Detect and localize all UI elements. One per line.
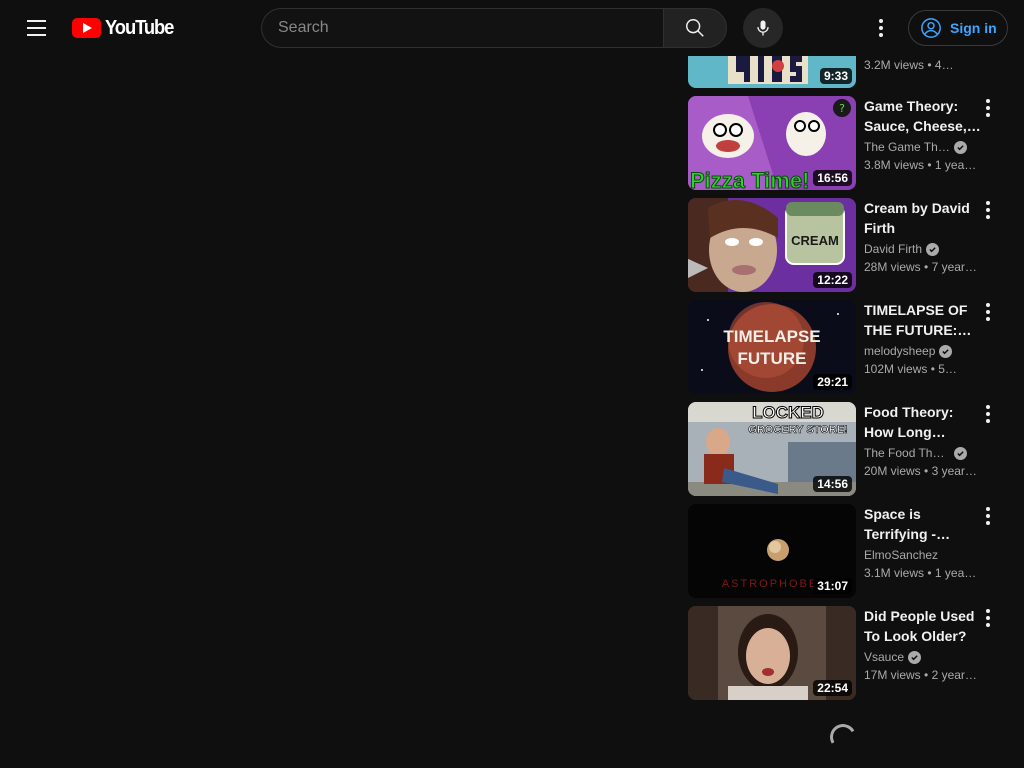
account-icon <box>921 18 941 38</box>
video-title[interactable]: Cream by David Firth <box>864 198 982 238</box>
video-duration: 14:56 <box>813 476 852 492</box>
video-options-button[interactable] <box>976 96 1000 120</box>
video-thumbnail[interactable]: CREAM 12:22 <box>688 198 856 292</box>
video-channel[interactable]: Vsauce <box>864 648 982 666</box>
search-box[interactable] <box>261 8 663 48</box>
search-button[interactable] <box>663 8 727 48</box>
sign-in-button[interactable]: Sign in <box>908 10 1008 46</box>
video-duration: 31:07 <box>813 578 852 594</box>
video-options-button[interactable] <box>976 606 1000 630</box>
video-stats: 28M views • 7 year… <box>864 260 977 274</box>
logo-text: YouTube <box>105 16 174 39</box>
video-item[interactable]: TIMELAPSE FUTURE 29:21 TIMELAPSE OF THE … <box>688 300 1008 394</box>
verified-badge-icon <box>908 650 922 664</box>
video-duration: 22:54 <box>813 680 852 696</box>
microphone-icon <box>757 20 769 36</box>
video-meta: Did People Used To Look Older? Vsauce 17… <box>864 606 982 684</box>
video-meta: Food Theory: How Long Could… The Food Th… <box>864 402 982 480</box>
video-item[interactable]: LOCKED GROCERY STORE! 14:56 Food Theory:… <box>688 402 1008 496</box>
search-input[interactable] <box>278 19 663 37</box>
thumbnail-caption: Pizza Time! <box>690 168 809 190</box>
video-channel[interactable]: ElmoSanchez <box>864 546 982 564</box>
video-item[interactable]: ASTROPHOBE 31:07 Space is Terrifying -… … <box>688 504 1008 598</box>
video-thumbnail[interactable]: LOCKED GROCERY STORE! 14:56 <box>688 402 856 496</box>
video-duration: 12:22 <box>813 272 852 288</box>
video-item[interactable]: 22:54 Did People Used To Look Older? Vsa… <box>688 606 1008 700</box>
video-stats: 102M views • 5… <box>864 362 957 376</box>
video-item[interactable]: ? Pizza Time! 16:56 Game Theory: Sauce, … <box>688 96 1008 190</box>
search-icon <box>686 19 704 37</box>
thumbnail-caption: FUTURE <box>738 349 807 368</box>
video-options-button[interactable] <box>976 504 1000 528</box>
video-title[interactable]: Did People Used To Look Older? <box>864 606 982 646</box>
video-options-button[interactable] <box>976 300 1000 324</box>
thumbnail-caption: CREAM <box>791 233 839 248</box>
masthead: YouTube Sign in <box>0 0 1024 56</box>
voice-search-button[interactable] <box>743 8 783 48</box>
video-stats: 20M views • 3 year… <box>864 464 977 478</box>
video-title[interactable]: Game Theory: Sauce, Cheese,… <box>864 96 982 136</box>
video-stats: 3.8M views • 1 yea… <box>864 158 977 172</box>
video-title[interactable]: Space is Terrifying -… <box>864 504 982 544</box>
loading-spinner-icon <box>827 721 859 753</box>
video-channel[interactable]: The Food The… <box>864 444 982 462</box>
video-title[interactable]: TIMELAPSE OF THE FUTURE: A… <box>864 300 982 340</box>
thumbnail-caption: GROCERY STORE! <box>748 424 847 436</box>
menu-icon[interactable] <box>16 8 56 48</box>
video-thumbnail[interactable]: ? Pizza Time! 16:56 <box>688 96 856 190</box>
thumbnail-caption: ASTROPHOBE <box>722 578 818 590</box>
video-channel[interactable]: The Game The… <box>864 138 982 156</box>
svg-text:?: ? <box>839 102 845 115</box>
video-meta: TIMELAPSE OF THE FUTURE: A… melodysheep … <box>864 300 982 378</box>
verified-badge-icon <box>954 446 967 460</box>
thumbnail-caption: LOCKED <box>752 403 824 422</box>
youtube-logo[interactable]: YouTube <box>72 17 179 39</box>
settings-more-button[interactable] <box>861 8 901 48</box>
youtube-play-icon <box>72 18 101 38</box>
video-meta: Game Theory: Sauce, Cheese,… The Game Th… <box>864 96 982 174</box>
video-channel[interactable]: David Firth <box>864 240 982 258</box>
video-stats: 17M views • 2 year… <box>864 668 977 682</box>
verified-badge-icon <box>939 344 953 358</box>
verified-badge-icon <box>954 140 967 154</box>
video-title[interactable]: Food Theory: How Long Could… <box>864 402 982 442</box>
verified-badge-icon <box>926 242 940 256</box>
video-meta: Cream by David Firth David Firth 28M vie… <box>864 198 982 276</box>
video-thumbnail[interactable]: ASTROPHOBE 31:07 <box>688 504 856 598</box>
video-duration: 16:56 <box>813 170 852 186</box>
video-thumbnail[interactable]: TIMELAPSE FUTURE 29:21 <box>688 300 856 394</box>
video-duration: 9:33 <box>819 68 852 84</box>
video-thumbnail[interactable]: 22:54 <box>688 606 856 700</box>
video-stats: 3.1M views • 1 yea… <box>864 566 977 580</box>
video-meta: Space is Terrifying -… ElmoSanchez 3.1M … <box>864 504 982 582</box>
video-options-button[interactable] <box>976 402 1000 426</box>
video-channel[interactable]: melodysheep <box>864 342 982 360</box>
video-stats: 3.2M views • 4… <box>864 58 954 72</box>
video-options-button[interactable] <box>976 198 1000 222</box>
thumbnail-caption: TIMELAPSE <box>723 327 820 346</box>
sign-in-label: Sign in <box>950 20 997 36</box>
video-duration: 29:21 <box>813 374 852 390</box>
video-item[interactable]: CREAM 12:22 Cream by David Firth David F… <box>688 198 1008 292</box>
